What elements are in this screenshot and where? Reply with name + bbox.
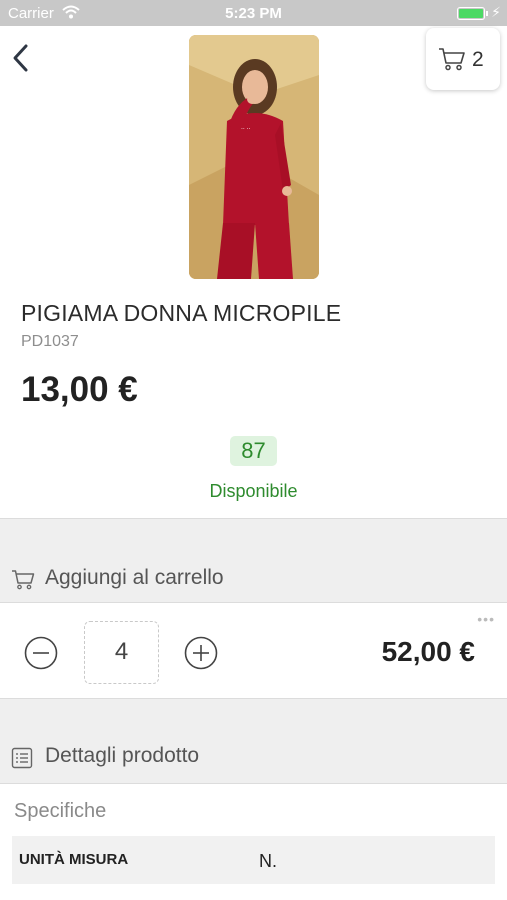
clock: 5:23 PM xyxy=(225,5,282,22)
add-to-cart-header: Aggiungi al carrello xyxy=(0,559,507,599)
status-bar: Carrier 5:23 PM ⚡ xyxy=(0,0,507,26)
cart-count: 2 xyxy=(472,48,484,71)
shopping-cart-icon xyxy=(11,569,35,595)
battery-icon xyxy=(457,7,485,20)
charging-icon: ⚡ xyxy=(491,4,501,20)
stock-status: Disponibile xyxy=(209,481,298,501)
list-icon xyxy=(11,747,33,774)
spec-value: N. xyxy=(259,851,277,871)
minus-circle-icon xyxy=(24,636,58,670)
chevron-left-icon xyxy=(13,44,28,72)
shopping-cart-icon xyxy=(438,47,466,76)
product-code: PD1037 xyxy=(21,333,79,350)
product-title: PIGIAMA DONNA MICROPILE xyxy=(21,300,342,326)
add-to-cart-section: Aggiungi al carrello xyxy=(0,518,507,602)
details-label: Dettagli prodotto xyxy=(45,744,200,767)
quantity-row: ••• 4 52,00 € xyxy=(0,602,507,699)
details-header[interactable]: Dettagli prodotto xyxy=(0,737,507,777)
decrease-quantity-button[interactable] xyxy=(24,636,58,675)
increase-quantity-button[interactable] xyxy=(184,636,218,675)
product-image[interactable]: ·· ·· xyxy=(189,35,319,279)
line-total: 52,00 € xyxy=(381,636,475,667)
add-to-cart-label: Aggiungi al carrello xyxy=(45,566,224,589)
ellipsis-icon[interactable]: ••• xyxy=(477,611,495,627)
battery-tip xyxy=(486,11,488,16)
quantity-input[interactable]: 4 xyxy=(84,621,159,684)
specs-panel: Specifiche UNITÀ MISURA N. xyxy=(0,783,507,900)
spec-key: UNITÀ MISURA xyxy=(19,851,129,868)
svg-text:·· ··: ·· ·· xyxy=(241,126,251,133)
spec-row: UNITÀ MISURA N. xyxy=(12,836,495,884)
back-button[interactable] xyxy=(8,40,38,76)
stock-count-badge: 87 xyxy=(230,436,277,466)
product-price: 13,00 € xyxy=(21,370,138,409)
plus-circle-icon xyxy=(184,636,218,670)
details-section: Dettagli prodotto xyxy=(0,699,507,783)
cart-button[interactable]: 2 xyxy=(426,28,500,90)
specs-title: Specifiche xyxy=(14,800,107,822)
